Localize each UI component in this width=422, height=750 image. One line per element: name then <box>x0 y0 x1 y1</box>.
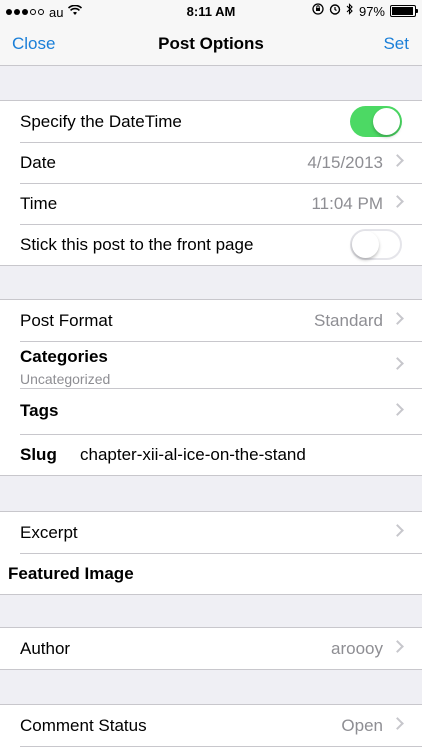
post-format-row[interactable]: Post Format Standard <box>0 300 422 341</box>
chevron-right-icon <box>391 403 404 416</box>
bluetooth-icon <box>346 3 354 19</box>
sticky-toggle[interactable] <box>350 229 402 260</box>
comment-status-label: Comment Status <box>20 716 147 735</box>
tags-row[interactable]: Tags <box>0 388 422 434</box>
status-right: 97% <box>312 3 418 19</box>
excerpt-row[interactable]: Excerpt <box>0 512 422 553</box>
status-bar: au 8:11 AM 97% <box>0 0 422 22</box>
specify-datetime-label: Specify the DateTime <box>20 112 182 131</box>
sticky-label: Stick this post to the front page <box>20 235 254 254</box>
excerpt-section: Excerpt Featured Image <box>0 511 422 595</box>
chevron-right-icon <box>391 640 404 653</box>
categories-row[interactable]: Categories Uncategorized <box>0 341 422 388</box>
date-label: Date <box>20 153 56 172</box>
specify-datetime-toggle[interactable] <box>350 106 402 137</box>
alarm-icon <box>329 3 341 19</box>
chevron-right-icon <box>391 357 404 370</box>
toggle-knob <box>352 231 379 258</box>
page-title: Post Options <box>158 34 264 53</box>
categories-sublabel: Uncategorized <box>20 371 111 387</box>
slug-label: Slug <box>20 445 57 464</box>
partial-row <box>0 746 422 750</box>
author-value: aroooy <box>331 639 383 658</box>
comment-status-row[interactable]: Comment Status Open <box>0 705 422 746</box>
post-format-label: Post Format <box>20 311 113 330</box>
author-section: Author aroooy <box>0 627 422 670</box>
date-row[interactable]: Date 4/15/2013 <box>0 142 422 183</box>
comment-section: Comment Status Open <box>0 704 422 750</box>
format-section: Post Format Standard Categories Uncatego… <box>0 299 422 476</box>
battery-level <box>392 7 414 15</box>
chevron-right-icon <box>391 154 404 167</box>
slug-row[interactable]: Slug chapter-xii-al-ice-on-the-stand <box>0 434 422 475</box>
excerpt-label: Excerpt <box>20 523 78 542</box>
chevron-right-icon <box>391 312 404 325</box>
featured-image-label: Featured Image <box>8 564 134 583</box>
slug-field[interactable]: chapter-xii-al-ice-on-the-stand <box>80 445 306 465</box>
time-label: Time <box>20 194 58 213</box>
toggle-knob <box>373 108 400 135</box>
post-format-value: Standard <box>314 311 383 330</box>
sticky-row: Stick this post to the front page <box>0 224 422 265</box>
date-value: 4/15/2013 <box>307 153 383 172</box>
orientation-lock-icon <box>312 3 324 19</box>
time-row[interactable]: Time 11:04 PM <box>0 183 422 224</box>
author-label: Author <box>20 639 71 658</box>
chevron-right-icon <box>391 524 404 537</box>
tags-label: Tags <box>20 401 59 420</box>
author-row[interactable]: Author aroooy <box>0 628 422 669</box>
battery-percentage: 97% <box>358 3 385 19</box>
battery-icon <box>390 5 418 17</box>
chevron-right-icon <box>391 195 404 208</box>
comment-status-value: Open <box>341 716 383 735</box>
specify-datetime-row: Specify the DateTime <box>0 101 422 142</box>
set-button[interactable]: Set <box>383 34 409 54</box>
datetime-section: Specify the DateTime Date 4/15/2013 Time… <box>0 100 422 266</box>
navigation-bar: Close Post Options Set <box>0 22 422 66</box>
categories-label: Categories <box>20 347 108 366</box>
time-value: 11:04 PM <box>311 194 383 213</box>
featured-image-row[interactable]: Featured Image <box>0 553 422 594</box>
chevron-right-icon <box>391 717 404 730</box>
